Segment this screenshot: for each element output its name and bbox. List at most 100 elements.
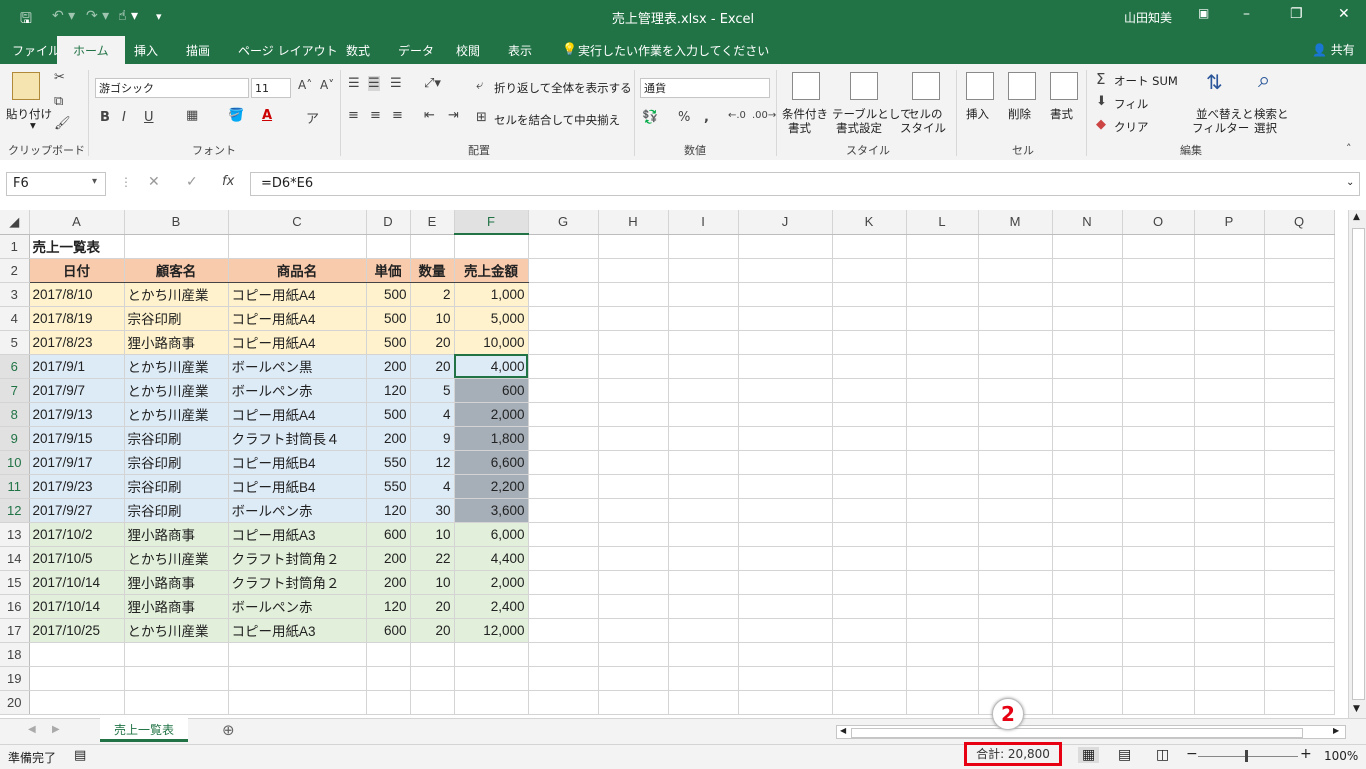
cell[interactable] xyxy=(1264,690,1335,715)
tab-view[interactable]: 表示 xyxy=(508,42,532,59)
cell[interactable] xyxy=(738,474,833,499)
column-header[interactable]: H xyxy=(598,210,669,235)
cell[interactable] xyxy=(454,690,529,715)
cell[interactable] xyxy=(598,570,669,595)
cell[interactable] xyxy=(454,642,529,667)
cell[interactable] xyxy=(668,258,739,283)
decrease-indent-icon[interactable]: ⇤ xyxy=(424,108,435,123)
cell[interactable] xyxy=(738,282,833,307)
user-name[interactable]: 山田知美 xyxy=(1124,9,1172,26)
cell[interactable] xyxy=(832,618,907,643)
cell[interactable] xyxy=(1194,690,1265,715)
cell[interactable]: 10 xyxy=(410,522,455,547)
cell[interactable] xyxy=(978,378,1053,403)
cell[interactable] xyxy=(528,642,599,667)
cell[interactable]: 2017/9/1 xyxy=(29,354,125,379)
column-header[interactable]: D xyxy=(366,210,411,235)
cell[interactable] xyxy=(1194,306,1265,331)
wrap-text-icon[interactable]: ⤶ xyxy=(476,78,483,93)
cell[interactable] xyxy=(598,618,669,643)
cell[interactable] xyxy=(1194,258,1265,283)
cell[interactable]: 550 xyxy=(366,450,411,475)
cell[interactable] xyxy=(598,234,669,259)
row-header[interactable]: 14 xyxy=(0,546,30,571)
cell[interactable]: 500 xyxy=(366,402,411,427)
cell[interactable] xyxy=(410,690,455,715)
sort-filter-icon[interactable]: ⇅ xyxy=(1206,70,1223,94)
row-header[interactable]: 7 xyxy=(0,378,30,403)
column-header[interactable]: E xyxy=(410,210,455,235)
cell[interactable]: 2017/8/23 xyxy=(29,330,125,355)
column-header[interactable]: B xyxy=(124,210,229,235)
tab-draw[interactable]: 描画 xyxy=(186,42,210,59)
cell[interactable] xyxy=(906,666,979,691)
cell[interactable] xyxy=(528,282,599,307)
merge-center-button[interactable]: セルを結合して中央揃え xyxy=(494,112,620,128)
cell[interactable] xyxy=(906,546,979,571)
cell[interactable] xyxy=(668,498,739,523)
cell[interactable] xyxy=(528,690,599,715)
cell[interactable] xyxy=(738,378,833,403)
cell[interactable] xyxy=(1052,546,1123,571)
cell[interactable] xyxy=(978,642,1053,667)
delete-cells-button[interactable]: 削除 xyxy=(1008,106,1031,122)
cell[interactable]: ボールペン黒 xyxy=(228,354,367,379)
row-header[interactable]: 1 xyxy=(0,234,30,259)
cell[interactable]: 2017/9/15 xyxy=(29,426,125,451)
cell[interactable] xyxy=(1052,498,1123,523)
cell[interactable] xyxy=(832,498,907,523)
cell[interactable] xyxy=(978,474,1053,499)
cell[interactable] xyxy=(978,498,1053,523)
cell[interactable]: 2017/9/13 xyxy=(29,402,125,427)
cell[interactable]: ボールペン赤 xyxy=(228,498,367,523)
cell[interactable] xyxy=(906,450,979,475)
column-header[interactable]: L xyxy=(906,210,979,235)
header-cell[interactable]: 顧客名 xyxy=(124,258,229,283)
cell[interactable] xyxy=(1122,594,1195,619)
cell[interactable] xyxy=(668,378,739,403)
cell[interactable] xyxy=(528,450,599,475)
cell[interactable] xyxy=(228,666,367,691)
cell[interactable] xyxy=(528,258,599,283)
enter-icon[interactable]: ✓ xyxy=(186,174,198,190)
minimize-button[interactable]: – xyxy=(1243,6,1250,22)
cell[interactable]: 30 xyxy=(410,498,455,523)
normal-view-icon[interactable]: ▦ xyxy=(1078,747,1100,763)
cell[interactable]: 500 xyxy=(366,306,411,331)
formula-input[interactable]: =D6*E6 xyxy=(250,172,1360,196)
sheet-body[interactable]: 1 売上一覧表 2 日付 顧客名 商品名 単価 数量 売上金額 3 2017/8/10 とかち川産業コ… xyxy=(0,234,1335,715)
delete-cells-icon[interactable] xyxy=(1008,72,1036,100)
cell[interactable] xyxy=(1122,234,1195,259)
cell[interactable] xyxy=(1052,330,1123,355)
column-header[interactable]: J xyxy=(738,210,833,235)
cell[interactable] xyxy=(978,594,1053,619)
cell[interactable] xyxy=(1264,474,1335,499)
cell[interactable] xyxy=(598,426,669,451)
cell[interactable] xyxy=(528,618,599,643)
cell[interactable] xyxy=(668,570,739,595)
row-header[interactable]: 18 xyxy=(0,642,30,667)
cell[interactable] xyxy=(29,666,125,691)
cell[interactable] xyxy=(1264,570,1335,595)
cell[interactable] xyxy=(668,546,739,571)
scroll-up-icon[interactable]: ▲ xyxy=(1353,212,1360,222)
cell[interactable] xyxy=(978,570,1053,595)
comma-button[interactable]: , xyxy=(704,110,709,125)
cell[interactable]: 9 xyxy=(410,426,455,451)
cell[interactable] xyxy=(454,234,529,259)
cell[interactable] xyxy=(738,498,833,523)
cell[interactable]: コピー用紙A4 xyxy=(228,306,367,331)
cell[interactable] xyxy=(1264,618,1335,643)
align-bottom-icon[interactable]: ☰ xyxy=(390,76,402,91)
cell[interactable] xyxy=(1194,282,1265,307)
cell[interactable]: 2,000 xyxy=(454,570,529,595)
cell[interactable] xyxy=(1194,618,1265,643)
cell[interactable] xyxy=(978,546,1053,571)
header-cell[interactable]: 単価 xyxy=(366,258,411,283)
row-header[interactable]: 6 xyxy=(0,354,30,379)
column-header[interactable]: A xyxy=(29,210,125,235)
cell[interactable] xyxy=(738,402,833,427)
worksheet-grid[interactable]: ◢ A B C D E F G H I J K L M N O P Q 1 売上一… xyxy=(0,210,1348,718)
cell[interactable]: 2017/9/17 xyxy=(29,450,125,475)
fill-icon[interactable]: ⬇ xyxy=(1096,94,1107,109)
